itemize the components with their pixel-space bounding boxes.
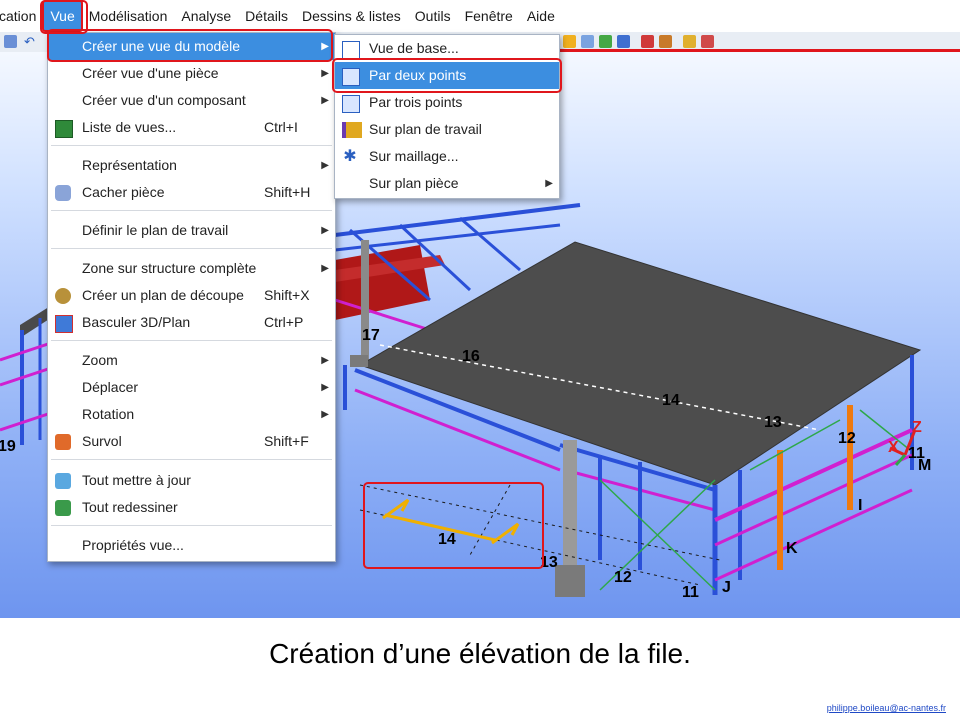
axis-label-z: Z bbox=[912, 419, 922, 436]
menu-item-basculer-3d-plan[interactable]: Basculer 3D/Plan Ctrl+P bbox=[48, 309, 335, 336]
menu-separator bbox=[51, 248, 332, 249]
submenu-item-sur-plan-travail[interactable]: Sur plan de travail bbox=[335, 116, 559, 143]
toggle-3d-icon bbox=[55, 315, 73, 333]
fly-icon bbox=[55, 434, 71, 450]
toolbar-tool-6-icon[interactable] bbox=[659, 35, 672, 48]
chevron-right-icon: ▶ bbox=[321, 160, 329, 171]
menu-analyse[interactable]: Analyse bbox=[174, 1, 238, 31]
chevron-right-icon: ▶ bbox=[321, 225, 329, 236]
grid-icon: ✱ bbox=[343, 148, 357, 165]
grid-label-11-ground: 11 bbox=[682, 584, 699, 601]
chevron-right-icon: ▶ bbox=[321, 263, 329, 274]
menu-fenetre[interactable]: Fenêtre bbox=[458, 1, 520, 31]
grid-label-16: 16 bbox=[462, 348, 480, 365]
author-email[interactable]: philippe.boileau@ac-nantes.fr bbox=[827, 703, 946, 713]
view-icon[interactable] bbox=[4, 35, 17, 48]
scissors-icon bbox=[55, 288, 71, 304]
grid-label-17: 17 bbox=[362, 327, 380, 344]
menu-details[interactable]: Détails bbox=[238, 1, 295, 31]
menu-item-creer-vue-piece[interactable]: Créer vue d'une pièce ▶ bbox=[48, 60, 335, 87]
annotation-box-submenu-item bbox=[332, 58, 562, 93]
grid-label-12-ground: 12 bbox=[614, 569, 632, 586]
menu-item-zoom[interactable]: Zoom ▶ bbox=[48, 347, 335, 374]
menu-item-proprietes-vue[interactable]: Propriétés vue... bbox=[48, 532, 335, 559]
menu-item-cacher-piece[interactable]: Cacher pièce Shift+H bbox=[48, 179, 335, 206]
annotation-box-arrows bbox=[363, 482, 544, 569]
grid-label-13: 13 bbox=[764, 414, 782, 431]
menu-bar: cation Vue Modélisation Analyse Détails … bbox=[0, 0, 960, 32]
menu-separator bbox=[51, 525, 332, 526]
grid-label-19: 19 bbox=[0, 438, 16, 455]
chevron-right-icon: ▶ bbox=[321, 355, 329, 366]
grid-label-J: J bbox=[722, 579, 731, 596]
chevron-right-icon: ▶ bbox=[321, 68, 329, 79]
chevron-right-icon: ▶ bbox=[321, 382, 329, 393]
annotation-box-menu-item bbox=[47, 29, 333, 62]
menu-item-survol[interactable]: Survol Shift+F bbox=[48, 428, 335, 455]
toolbar-tool-2-icon[interactable] bbox=[581, 35, 594, 48]
menu-modelisation[interactable]: Modélisation bbox=[82, 1, 175, 31]
roof-panel bbox=[358, 241, 922, 486]
toolbar-tool-5-icon[interactable] bbox=[641, 35, 654, 48]
redraw-icon bbox=[55, 500, 71, 516]
menu-dessins-listes[interactable]: Dessins & listes bbox=[295, 1, 408, 31]
menu-item-liste-vues[interactable]: Liste de vues... Ctrl+I bbox=[48, 114, 335, 141]
menu-separator bbox=[51, 459, 332, 460]
refresh-icon bbox=[55, 473, 71, 489]
slide-caption: Création d’une élévation de la file. bbox=[269, 638, 691, 669]
menu-item-plan-decoupe[interactable]: Créer un plan de découpe Shift+X bbox=[48, 282, 335, 309]
chevron-right-icon: ▶ bbox=[321, 95, 329, 106]
toolbar-tool-4-icon[interactable] bbox=[617, 35, 630, 48]
menu-item-tout-mettre-a-jour[interactable]: Tout mettre à jour bbox=[48, 467, 335, 494]
menu-item-rotation[interactable]: Rotation ▶ bbox=[48, 401, 335, 428]
axis-label-x: X bbox=[888, 439, 899, 456]
toolbar-tool-1-icon[interactable] bbox=[563, 35, 576, 48]
menu-item-zone-structure[interactable]: Zone sur structure complète ▶ bbox=[48, 255, 335, 282]
menu-item-representation[interactable]: Représentation ▶ bbox=[48, 152, 335, 179]
toolbar-tool-7-icon[interactable] bbox=[683, 35, 696, 48]
menu-item-definir-plan-travail[interactable]: Définir le plan de travail ▶ bbox=[48, 217, 335, 244]
grid-label-I: I bbox=[858, 497, 862, 514]
menu-outils[interactable]: Outils bbox=[408, 1, 458, 31]
menu-separator bbox=[51, 340, 332, 341]
submenu-item-par-trois-points[interactable]: Par trois points bbox=[335, 89, 559, 116]
grid-label-12: 12 bbox=[838, 430, 856, 447]
work-plane-icon bbox=[342, 122, 362, 138]
menu-separator bbox=[51, 145, 332, 146]
menu-item-tout-redessiner[interactable]: Tout redessiner bbox=[48, 494, 335, 521]
grid-label-M: M bbox=[918, 457, 931, 474]
vue-menu: Créer une vue du modèle ▶ Créer vue d'un… bbox=[47, 32, 336, 562]
chevron-right-icon: ▶ bbox=[321, 409, 329, 420]
menu-separator bbox=[51, 210, 332, 211]
menu-application[interactable]: cation bbox=[0, 1, 43, 31]
hide-part-icon bbox=[55, 185, 71, 201]
grid-label-14: 14 bbox=[662, 392, 680, 409]
toolbar-tool-8-icon[interactable] bbox=[701, 35, 714, 48]
menu-aide[interactable]: Aide bbox=[520, 1, 562, 31]
grid-label-K: K bbox=[786, 540, 798, 557]
menu-item-creer-vue-composant[interactable]: Créer vue d'un composant ▶ bbox=[48, 87, 335, 114]
base-view-icon bbox=[342, 41, 360, 59]
submenu-item-sur-maillage[interactable]: ✱ Sur maillage... bbox=[335, 143, 559, 170]
three-points-icon bbox=[342, 95, 360, 113]
menu-item-deplacer[interactable]: Déplacer ▶ bbox=[48, 374, 335, 401]
annotation-box-vue bbox=[40, 0, 88, 34]
chevron-right-icon: ▶ bbox=[545, 178, 553, 189]
view-list-icon bbox=[55, 120, 73, 138]
toolbar-tool-3-icon[interactable] bbox=[599, 35, 612, 48]
undo-icon[interactable]: ↶ bbox=[24, 35, 37, 48]
submenu-item-sur-plan-piece[interactable]: Sur plan pièce ▶ bbox=[335, 170, 559, 197]
